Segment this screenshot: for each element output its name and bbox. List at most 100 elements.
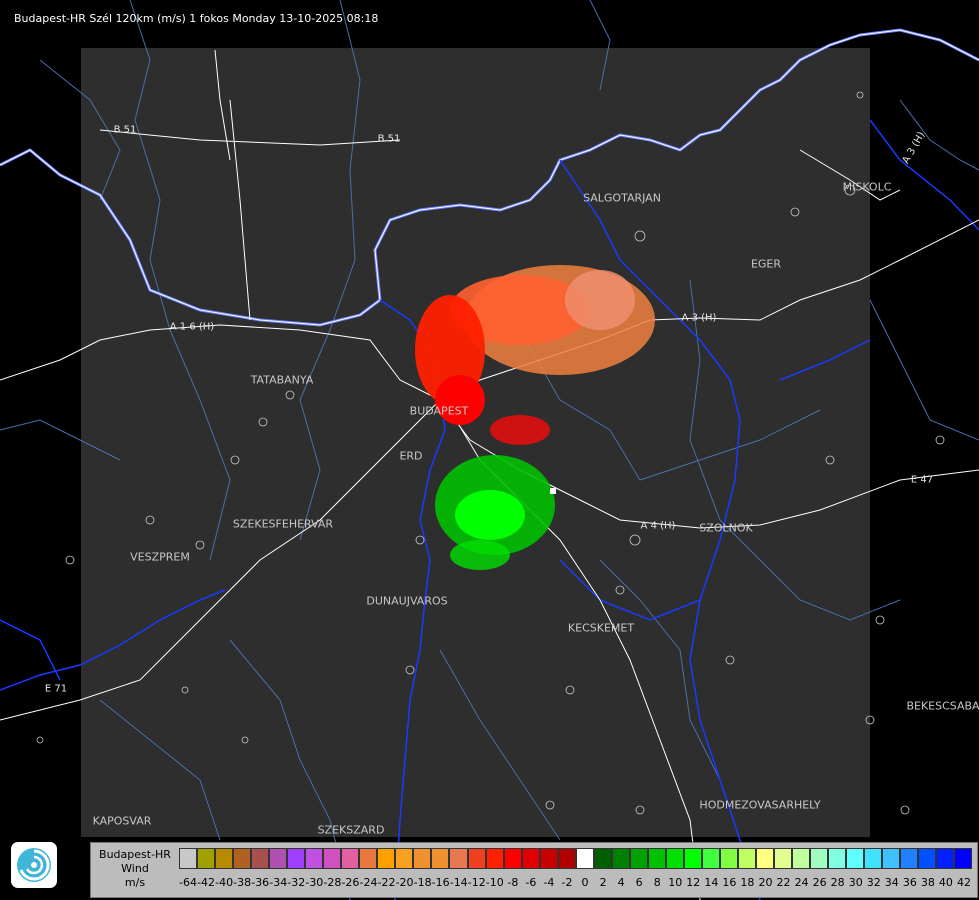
road-label: A 3 (H) <box>681 312 717 324</box>
city-label: SZEKSZARD <box>317 823 385 837</box>
legend-swatch <box>756 848 775 869</box>
legend-tick-label: -42 <box>197 876 216 889</box>
city-label: DUNAUJVAROS <box>366 594 448 608</box>
road-label: B 51 <box>113 124 137 136</box>
legend-title-line: Budapest-HR <box>99 848 171 861</box>
city-label: SZOLNOK <box>699 521 753 535</box>
legend-swatch <box>701 848 720 869</box>
legend-tick-label: 24 <box>794 876 809 889</box>
legend-tick-label: -26 <box>341 876 360 889</box>
echo-white-point <box>550 488 556 494</box>
legend-tick-label: 10 <box>668 876 683 889</box>
legend-tick-label: 12 <box>686 876 701 889</box>
legend-swatch <box>485 848 504 869</box>
legend-swatch <box>629 848 648 869</box>
legend-tick-label: 38 <box>920 876 935 889</box>
legend-swatch <box>233 848 252 869</box>
service-logo <box>11 842 57 888</box>
city-label: ERD <box>399 449 423 463</box>
swirl-logo-icon <box>17 848 51 882</box>
legend-tick-label: 34 <box>884 876 899 889</box>
legend-swatch <box>918 848 937 869</box>
legend-swatch <box>215 848 234 869</box>
legend-tick-label: 4 <box>617 876 625 889</box>
legend-tick-label: -22 <box>377 876 396 889</box>
city-label: KAPOSVAR <box>92 814 152 828</box>
legend-swatch <box>611 848 630 869</box>
city-label: BUDAPEST <box>409 404 469 418</box>
legend-swatch <box>323 848 342 869</box>
legend-tick-label: 8 <box>653 876 661 889</box>
legend-swatch <box>593 848 612 869</box>
city-label: SALGOTARJAN <box>583 191 661 205</box>
radar-map <box>0 0 979 900</box>
legend-swatch <box>719 848 738 869</box>
legend-swatch <box>503 848 522 869</box>
legend-title: Budapest-HR Wind m/s <box>91 848 179 890</box>
legend-tick-label: 6 <box>635 876 643 889</box>
legend-tick-label: 32 <box>866 876 881 889</box>
legend-swatch <box>305 848 324 869</box>
legend-tick-label: 18 <box>740 876 755 889</box>
road-label: E 71 <box>44 683 68 695</box>
legend-swatch <box>846 848 865 869</box>
legend-tick-label: 26 <box>812 876 827 889</box>
legend-tick-label: -4 <box>543 876 555 889</box>
legend-tick-label: -64 <box>179 876 197 889</box>
road-label: A 1 6 (H) <box>169 321 215 333</box>
legend-swatch <box>287 848 306 869</box>
map-title: Budapest-HR Szél 120km (m/s) 1 fokos Mon… <box>14 12 379 25</box>
legend-swatch <box>341 848 360 869</box>
road-label: E 47 <box>910 474 934 486</box>
legend-swatch <box>792 848 811 869</box>
legend-swatch <box>665 848 684 869</box>
legend-swatch <box>810 848 829 869</box>
legend-swatch <box>521 848 540 869</box>
legend-swatch <box>251 848 270 869</box>
legend-title-line: m/s <box>124 876 146 889</box>
legend-tick-label: 28 <box>830 876 845 889</box>
legend-swatch <box>900 848 919 869</box>
echo-salmon <box>565 270 635 330</box>
echo-red-tail <box>490 415 550 445</box>
legend-tick-label: -8 <box>507 876 519 889</box>
legend-swatch <box>575 848 594 869</box>
city-label: MISKOLC <box>842 180 892 194</box>
legend-swatch <box>647 848 666 869</box>
legend-swatch <box>449 848 468 869</box>
legend-tick-label: -10 <box>485 876 504 889</box>
legend-tick-label: -24 <box>359 876 378 889</box>
legend-swatch <box>539 848 558 869</box>
legend-tick-label: -32 <box>287 876 306 889</box>
legend-tick-label: -38 <box>233 876 252 889</box>
legend-swatch <box>413 848 432 869</box>
wind-legend: Budapest-HR Wind m/s -64 -42 -40 -38 -36 -34-… <box>90 842 978 898</box>
legend-tick-label: -30 <box>305 876 324 889</box>
legend-swatch <box>431 848 450 869</box>
echo-green-outer <box>450 540 510 570</box>
legend-title-line: Wind <box>121 862 149 875</box>
legend-tick-label: -36 <box>251 876 270 889</box>
legend-tick-label: 30 <box>848 876 863 889</box>
legend-tick-label: -2 <box>561 876 573 889</box>
legend-swatch <box>774 848 793 869</box>
road-label: B 51 <box>377 133 401 145</box>
legend-swatch <box>179 848 198 869</box>
legend-tick-label: 20 <box>758 876 773 889</box>
legend-tick-label: 0 <box>581 876 589 889</box>
legend-swatch <box>395 848 414 869</box>
legend-swatch <box>269 848 288 869</box>
legend-tick-label: 16 <box>722 876 737 889</box>
road-label: A 4 (H) <box>640 520 676 532</box>
legend-tick-label: -40 <box>215 876 234 889</box>
legend-tick-label: 40 <box>938 876 953 889</box>
legend-tick-label: -12 <box>467 876 486 889</box>
legend-swatch <box>828 848 847 869</box>
legend-tick-label: -18 <box>413 876 432 889</box>
legend-tick-label: 42 <box>956 876 971 889</box>
legend-tick-label: -28 <box>323 876 342 889</box>
legend-tick-label: 36 <box>902 876 917 889</box>
legend-swatch <box>882 848 901 869</box>
legend-tick-label: -14 <box>449 876 468 889</box>
city-label: TATABANYA <box>250 373 314 387</box>
